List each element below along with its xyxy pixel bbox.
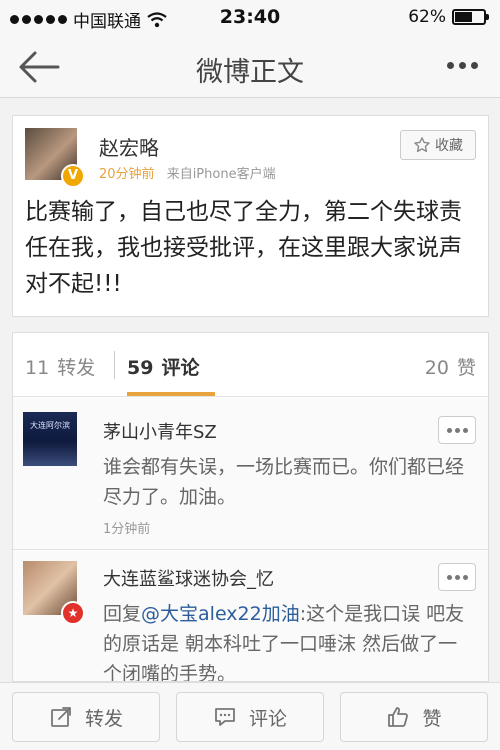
post-source: 来自iPhone客户端 <box>166 167 276 182</box>
comment-time: 1分钟前 <box>103 522 151 537</box>
mention-link[interactable]: @大宝alex22加油 <box>141 603 300 625</box>
post-meta: 20分钟前 来自iPhone客户端 <box>99 163 276 182</box>
favorite-label: 收藏 <box>435 138 463 154</box>
like-count: 20 <box>424 357 449 379</box>
battery-percent: 62% <box>408 7 446 27</box>
comment-text: 谁会都有失误，一场比赛而已。你们都已经尽力了。加油。 <box>103 456 465 508</box>
battery-info: 62% <box>408 7 489 27</box>
navigation-bar: 微博正文 <box>0 36 500 98</box>
comment-more-button[interactable] <box>438 563 476 591</box>
repost-button-label: 转发 <box>84 707 123 730</box>
interaction-tabs: 11 转发 59 评论 20 赞 <box>13 333 488 397</box>
repost-count: 11 <box>25 357 50 379</box>
comments-section: 11 转发 59 评论 20 赞 大连阿尔滨 茅山小青年SZ 谁会都有失误，一场比赛而… <box>12 332 489 682</box>
reply-prefix: 回复 <box>103 603 142 625</box>
like-button-label: 赞 <box>422 707 442 730</box>
battery-icon <box>452 9 489 25</box>
post-time: 20分钟前 <box>99 167 155 182</box>
comment-item[interactable]: 大连阿尔滨 茅山小青年SZ 谁会都有失误，一场比赛而已。你们都已经尽力了。加油。… <box>13 398 488 550</box>
comment-text: 回复@大宝alex22加油:这个是我口误 吧友的原话是 朝本科吐了一口唾沫 然后… <box>103 599 473 681</box>
verified-badge-icon: V <box>61 164 85 188</box>
comment-count: 59 <box>127 357 154 379</box>
active-tab-indicator <box>127 392 215 396</box>
tab-comments[interactable]: 59 评论 <box>127 353 199 380</box>
tab-divider <box>114 351 115 379</box>
club-badge-icon: ★ <box>61 601 85 625</box>
comment-icon <box>215 708 235 726</box>
more-dots-icon[interactable] <box>447 62 478 69</box>
star-icon <box>414 137 430 153</box>
post-text: 比赛输了，自己也尽了全力，第二个失球责任在我，我也接受批评，在这里跟大家说声对不… <box>25 199 462 297</box>
weibo-post-card: V 赵宏略 20分钟前 来自iPhone客户端 收藏 比赛输了，自己也尽了全力，… <box>12 115 489 317</box>
comment-more-button[interactable] <box>438 416 476 444</box>
status-bar: 中国联通 23:40 62% <box>0 0 500 36</box>
author-name[interactable]: 赵宏略 <box>99 132 159 161</box>
like-tab-label: 赞 <box>456 357 476 379</box>
commenter-name[interactable]: 大连蓝鲨球迷协会_忆 <box>103 565 274 591</box>
battery-level <box>455 12 473 22</box>
commenter-avatar[interactable]: 大连阿尔滨 <box>23 412 77 466</box>
tab-likes[interactable]: 20 赞 <box>425 353 476 380</box>
repost-button[interactable]: 转发 <box>12 692 160 742</box>
like-button[interactable]: 赞 <box>340 692 488 742</box>
comment-button[interactable]: 评论 <box>176 692 324 742</box>
tab-reposts[interactable]: 11 转发 <box>25 353 95 380</box>
comment-item[interactable]: ★ 大连蓝鲨球迷协会_忆 回复@大宝alex22加油:这个是我口误 吧友的原话是… <box>13 551 488 681</box>
repost-tab-label: 转发 <box>57 357 96 379</box>
page-title: 微博正文 <box>196 57 304 88</box>
avatar-caption: 大连阿尔滨 <box>30 421 70 430</box>
thumbs-up-icon <box>388 707 409 727</box>
commenter-name[interactable]: 茅山小青年SZ <box>103 418 217 444</box>
comment-button-label: 评论 <box>248 707 287 730</box>
share-icon <box>51 707 71 727</box>
bottom-toolbar: 转发 评论 赞 <box>0 682 500 750</box>
favorite-button[interactable]: 收藏 <box>400 130 476 160</box>
comment-tab-label: 评论 <box>161 357 200 379</box>
